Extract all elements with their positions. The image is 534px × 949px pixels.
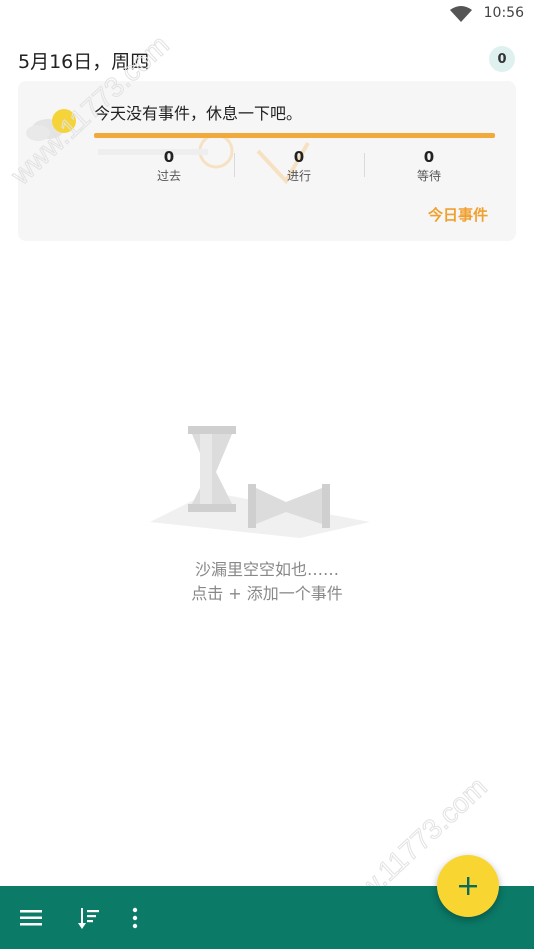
event-count-badge[interactable]: 0 — [489, 46, 515, 72]
event-stats: 0 过去 0 进行 0 等待 — [104, 147, 494, 187]
summary-message: 今天没有事件，休息一下吧。 — [94, 104, 303, 123]
empty-message: 沙漏里空空如也…… — [194, 560, 339, 579]
wifi-icon — [450, 6, 472, 22]
sort-icon[interactable] — [77, 905, 103, 931]
current-date: 5月16日，周四 — [18, 51, 150, 73]
stat-ongoing: 0 进行 — [234, 147, 364, 187]
today-summary-card[interactable]: 今天没有事件，休息一下吧。 0 过去 0 进行 0 等待 今日事件 — [18, 81, 516, 241]
stat-value: 0 — [423, 148, 435, 166]
status-bar: 10:56 — [0, 0, 534, 28]
menu-icon[interactable] — [18, 905, 44, 931]
stat-past: 0 过去 — [104, 147, 234, 187]
stat-label: 进行 — [286, 169, 311, 183]
more-vert-icon[interactable] — [122, 905, 148, 931]
today-events-link[interactable]: 今日事件 — [428, 204, 488, 225]
stat-waiting: 0 等待 — [364, 147, 494, 187]
stat-label: 等待 — [416, 169, 441, 183]
status-time: 10:56 — [483, 5, 524, 21]
day-progress-bar — [94, 133, 495, 138]
empty-hint: 点击 + 添加一个事件 — [191, 584, 343, 603]
stat-value: 0 — [163, 148, 175, 166]
hourglass-icon — [150, 426, 370, 538]
stat-label: 过去 — [156, 169, 181, 183]
plus-icon — [459, 877, 477, 895]
stat-value: 0 — [293, 148, 305, 166]
add-event-button[interactable] — [437, 855, 499, 917]
